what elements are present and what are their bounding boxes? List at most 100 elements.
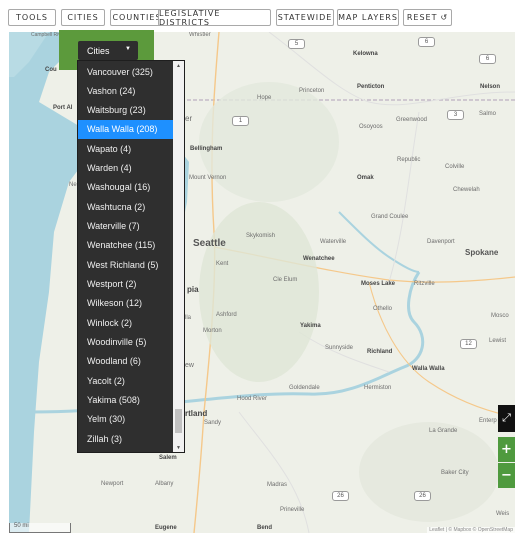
map-label-ritzville: Ritzville	[414, 281, 435, 287]
map-label-longview-fragment: ew	[185, 362, 194, 369]
highway-shield: 26	[414, 491, 431, 501]
map-label-waterville: Waterville	[320, 239, 347, 245]
dropdown-item[interactable]: Zillah (3)	[78, 430, 174, 449]
map-label-la-grande: La Grande	[429, 428, 458, 434]
dropdown-item[interactable]: Woodland (6)	[78, 352, 174, 371]
map-label-cle-elum: Cle Elum	[273, 277, 298, 283]
map-label-hood-river: Hood River	[237, 396, 268, 402]
map-label-port-al: Port Al	[53, 105, 73, 111]
map-label-yakima: Yakima	[300, 323, 321, 329]
dropdown-item[interactable]: Yakima (508)	[78, 391, 174, 410]
expand-icon[interactable]: ⤢	[498, 405, 515, 432]
dropdown-item[interactable]: Yacolt (2)	[78, 372, 174, 391]
map-label-walla-walla: Walla Walla	[412, 366, 445, 372]
zoom-in-button[interactable]: +	[498, 437, 515, 462]
map-label-bellingham: Bellingham	[190, 146, 223, 152]
map-label-nelson: Nelson	[480, 84, 501, 90]
zoom-out-button[interactable]: −	[498, 463, 515, 488]
counties-button[interactable]: COUNTIES	[110, 9, 164, 26]
dropdown-item[interactable]: Vancouver (325)	[78, 63, 174, 82]
map-label-osoyoos: Osoyoos	[359, 124, 383, 130]
map-label-sunnyside: Sunnyside	[325, 345, 354, 351]
legislative-districts-button[interactable]: LEGISLATIVE DISTRICTS	[158, 9, 271, 27]
map-label-morton: Morton	[203, 328, 222, 334]
map-label-moses-lake: Moses Lake	[361, 281, 396, 287]
cities-button[interactable]: CITIES	[61, 9, 105, 26]
map-label-mosco: Mosco	[491, 313, 509, 319]
map-label-colville: Colville	[445, 164, 465, 170]
dropdown-scrollbar[interactable]: ▲ ▼	[173, 61, 184, 452]
dropdown-item[interactable]: Westport (2)	[78, 275, 174, 294]
map-label-baker-city: Baker City	[441, 470, 469, 476]
map-label-skykomish: Skykomish	[246, 233, 276, 239]
map-label-sandy: Sandy	[204, 420, 222, 426]
map-label-prineville: Prineville	[280, 507, 305, 513]
map-label-lewist: Lewist	[489, 338, 507, 344]
map-label-madras: Madras	[267, 482, 288, 488]
map-label-davenport: Davenport	[427, 239, 455, 245]
map-label-omak: Omak	[357, 175, 374, 181]
map-label-ashford: Ashford	[216, 312, 237, 318]
map-label-seattle: Seattle	[193, 238, 226, 249]
map-label-mount-vernon: Mount Vernon	[189, 175, 227, 181]
highway-shield: 1	[232, 116, 249, 126]
dropdown-item[interactable]: Waitsburg (23)	[78, 101, 174, 120]
map-label-richland: Richland	[367, 349, 393, 355]
map-label-olympia-fragment: pia	[187, 285, 199, 294]
scroll-up-arrow-icon[interactable]: ▲	[173, 61, 184, 70]
dropdown-item[interactable]: West Richland (5)	[78, 256, 174, 275]
map-label-greenwood: Greenwood	[396, 117, 428, 123]
cities-select-label: Cities	[87, 45, 110, 56]
map-label-chewelah: Chewelah	[453, 187, 480, 193]
dropdown-item[interactable]: Vashon (24)	[78, 82, 174, 101]
scroll-down-arrow-icon[interactable]: ▼	[173, 443, 184, 452]
dropdown-item-selected[interactable]: Walla Walla (208)	[78, 120, 174, 139]
dropdown-item[interactable]: Waterville (7)	[78, 217, 174, 236]
tools-button[interactable]: TOOLS	[8, 9, 56, 26]
dropdown-item[interactable]: Washtucna (2)	[78, 198, 174, 217]
dropdown-item[interactable]: Wenatchee (115)	[78, 236, 174, 255]
highway-shield: 26	[332, 491, 349, 501]
reset-label: RESET	[406, 13, 438, 22]
map-attribution[interactable]: Leaflet | © Mapbox © OpenStreetMap	[427, 527, 515, 533]
dropdown-item[interactable]: Wilkeson (12)	[78, 294, 174, 313]
map-label-republic: Republic	[397, 157, 421, 163]
map-label-portland-fragment: rtland	[185, 409, 208, 418]
map-label-goldendale: Goldendale	[289, 385, 320, 391]
map-label-salmo: Salmo	[479, 111, 497, 117]
map-label-centralia-fragment: lla	[185, 315, 192, 321]
dropdown-item[interactable]: Washougal (16)	[78, 178, 174, 197]
dropdown-item[interactable]: Wapato (4)	[78, 140, 174, 159]
dropdown-item[interactable]: Woodinville (5)	[78, 333, 174, 352]
dropdown-item[interactable]: Warden (4)	[78, 159, 174, 178]
top-toolbar: TOOLS CITIES COUNTIES LEGISLATIVE DISTRI…	[0, 0, 515, 30]
cities-dropdown-list[interactable]: Vancouver (325) Vashon (24) Waitsburg (2…	[77, 60, 185, 453]
map-label-eugene: Eugene	[155, 525, 177, 531]
map-label-albany: Albany	[155, 481, 174, 487]
highway-shield: 12	[460, 339, 477, 349]
map-label-newport: Newport	[101, 481, 124, 487]
map-label-neah-fragment: Ne	[69, 182, 77, 188]
caret-down-icon: ▼	[125, 46, 131, 52]
highway-shield: 5	[288, 39, 305, 49]
reset-button[interactable]: RESET ↺	[403, 9, 452, 26]
map-label-kelowna: Kelowna	[353, 51, 378, 57]
map-label-spokane: Spokane	[465, 248, 499, 257]
map-label-grand-coulee: Grand Coulee	[371, 214, 409, 220]
dropdown-item[interactable]: Yelm (30)	[78, 410, 174, 429]
highway-shield: 3	[447, 110, 464, 120]
map-label-salem: Salem	[159, 455, 177, 461]
statewide-button[interactable]: STATEWIDE	[276, 9, 334, 26]
map-label-courtenay-fragment: Cou	[45, 67, 57, 73]
map-label-vancouver-fragment: er	[185, 114, 193, 123]
map-scale-bar: 50 mi	[9, 523, 71, 533]
dropdown-item[interactable]: Winlock (2)	[78, 314, 174, 333]
map-label-bend: Bend	[257, 525, 272, 531]
map-label-princeton: Princeton	[299, 88, 325, 94]
undo-icon: ↺	[440, 13, 449, 22]
cities-select-button[interactable]: Cities ▼	[78, 41, 138, 60]
map-label-penticton: Penticton	[357, 84, 385, 90]
map-label-weis: Weis	[496, 511, 510, 517]
scrollbar-thumb[interactable]	[175, 409, 182, 433]
map-layers-button[interactable]: MAP LAYERS	[337, 9, 399, 26]
